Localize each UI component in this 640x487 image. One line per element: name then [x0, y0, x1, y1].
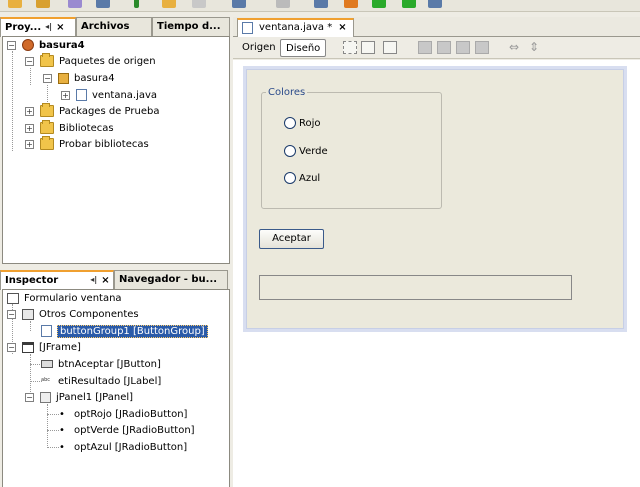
tree-item-form[interactable]: Formulario ventana	[7, 290, 122, 306]
resize-horizontal-icon[interactable]: ⇔	[509, 40, 519, 54]
close-icon[interactable]: ×	[101, 275, 109, 286]
result-label	[259, 275, 572, 300]
tab-files[interactable]: Archivos	[76, 17, 152, 37]
folder-icon	[40, 136, 54, 150]
tree-item-eti-resultado[interactable]: abc etiResultado [JLabel]	[41, 373, 161, 389]
align-left-icon[interactable]	[418, 41, 432, 54]
project-icon	[22, 39, 34, 51]
collapse-icon[interactable]: −	[7, 342, 16, 352]
step-over-icon[interactable]	[402, 0, 416, 8]
inspector-tabbar: Inspector ◂| × Navegador - bu...	[0, 270, 230, 290]
folder-icon	[40, 120, 54, 134]
tree-item-project[interactable]: − basura4	[7, 37, 85, 53]
profile-icon[interactable]	[372, 0, 386, 8]
attach-icon[interactable]	[428, 0, 442, 8]
collapse-icon[interactable]: −	[25, 392, 34, 402]
java-file-icon	[242, 22, 253, 34]
components-icon	[22, 308, 34, 320]
projects-tabbar: Proy... ◂| × Archivos Tiempo d...	[0, 17, 230, 37]
tree-item-opt-azul[interactable]: • optAzul [JRadioButton]	[59, 439, 187, 455]
resize-vertical-icon[interactable]: ⇕	[529, 40, 539, 54]
continue-icon[interactable]	[344, 0, 358, 8]
folder-icon	[40, 103, 54, 117]
package-icon	[58, 72, 69, 84]
folder-icon	[40, 53, 54, 67]
align-right-icon[interactable]	[437, 41, 451, 54]
collapse-icon[interactable]: −	[43, 73, 52, 83]
button-group-icon	[41, 325, 52, 337]
inspector-panel: Formulario ventana − Otros Componentes b…	[2, 289, 230, 487]
cut-icon[interactable]	[96, 0, 110, 8]
jradiobutton-icon: •	[59, 442, 65, 453]
tab-ventana-java[interactable]: ventana.java * ×	[237, 18, 354, 37]
tree-item-test-libraries[interactable]: + Probar bibliotecas	[25, 136, 149, 152]
tree-item-opt-rojo[interactable]: • optRojo [JRadioButton]	[59, 406, 187, 422]
run-main-icon[interactable]	[276, 0, 290, 8]
save-icon[interactable]	[68, 0, 82, 8]
tab-projects[interactable]: Proy... ◂| ×	[0, 17, 76, 37]
build-icon[interactable]	[192, 0, 206, 8]
tree-item-test-packages[interactable]: + Packages de Prueba	[25, 103, 159, 119]
tree-item-button-group[interactable]: buttonGroup1 [ButtonGroup]	[41, 323, 208, 339]
projects-panel: − basura4 − Paquetes de origen − basura4…	[2, 36, 230, 264]
radio-circle-icon	[284, 117, 296, 129]
tab-inspector[interactable]: Inspector ◂| ×	[0, 270, 114, 290]
minimize-icon[interactable]: ◂|	[45, 22, 52, 31]
radio-verde[interactable]: Verde	[284, 145, 328, 157]
open-project-icon[interactable]	[36, 0, 50, 8]
aceptar-button[interactable]: Aceptar	[259, 229, 324, 249]
editor-toolbar: Origen Diseño ⇔ ⇕	[233, 37, 640, 59]
tree-item-jframe[interactable]: − [JFrame]	[7, 339, 81, 355]
tree-item-jpanel[interactable]: − jPanel1 [JPanel]	[25, 389, 133, 405]
close-icon[interactable]: ×	[338, 22, 346, 37]
radio-azul[interactable]: Azul	[284, 172, 320, 184]
collapse-icon[interactable]: −	[7, 40, 16, 50]
source-mode-button[interactable]: Origen	[237, 39, 281, 57]
align-top-icon[interactable]	[456, 41, 470, 54]
tree-item-opt-verde[interactable]: • optVerde [JRadioButton]	[59, 422, 195, 438]
editor-tabbar: ventana.java * ×	[233, 17, 640, 37]
form-icon	[7, 292, 19, 304]
expand-icon[interactable]: +	[25, 123, 34, 133]
tree-item-btn-aceptar[interactable]: btnAceptar [JButton]	[41, 356, 161, 372]
jradiobutton-icon: •	[59, 425, 65, 436]
tree-item-package[interactable]: − basura4	[43, 70, 115, 86]
selection-mode-icon[interactable]	[343, 41, 357, 54]
preview-design-icon[interactable]	[383, 41, 397, 54]
tree-item-ventana-java[interactable]: + ventana.java	[61, 87, 157, 103]
new-file-icon[interactable]	[8, 0, 22, 8]
colors-group-title: Colores	[266, 87, 308, 98]
main-toolbar	[0, 0, 640, 12]
debug-icon[interactable]	[162, 0, 176, 8]
tab-runtime[interactable]: Tiempo d...	[152, 17, 230, 37]
align-bottom-icon[interactable]	[475, 41, 489, 54]
jframe-icon	[22, 341, 34, 353]
clean-build-icon[interactable]	[232, 0, 246, 8]
expand-icon[interactable]: +	[25, 139, 34, 149]
expand-icon[interactable]: +	[61, 90, 70, 100]
expand-icon[interactable]: +	[25, 106, 34, 116]
tree-item-libraries[interactable]: + Bibliotecas	[25, 120, 114, 136]
radio-circle-icon	[284, 145, 296, 157]
connection-mode-icon[interactable]	[361, 41, 375, 54]
jlabel-icon: abc	[41, 377, 50, 383]
minimize-icon[interactable]: ◂|	[90, 275, 97, 284]
tree-item-source-packages[interactable]: − Paquetes de origen	[25, 53, 156, 69]
jpanel-icon	[40, 391, 51, 403]
java-file-icon	[76, 89, 87, 101]
radio-circle-icon	[284, 172, 296, 184]
design-mode-button[interactable]: Diseño	[280, 39, 327, 57]
tab-navigator[interactable]: Navegador - bu...	[114, 270, 228, 290]
tree-item-other-components[interactable]: − Otros Componentes	[7, 306, 139, 322]
close-icon[interactable]: ×	[56, 22, 64, 33]
run-icon[interactable]	[134, 0, 139, 8]
jbutton-icon	[41, 360, 53, 368]
collapse-icon[interactable]: −	[25, 56, 34, 66]
collapse-icon[interactable]: −	[7, 309, 16, 319]
step-icon[interactable]	[314, 0, 328, 8]
radio-rojo[interactable]: Rojo	[284, 117, 321, 129]
jradiobutton-icon: •	[59, 409, 65, 420]
